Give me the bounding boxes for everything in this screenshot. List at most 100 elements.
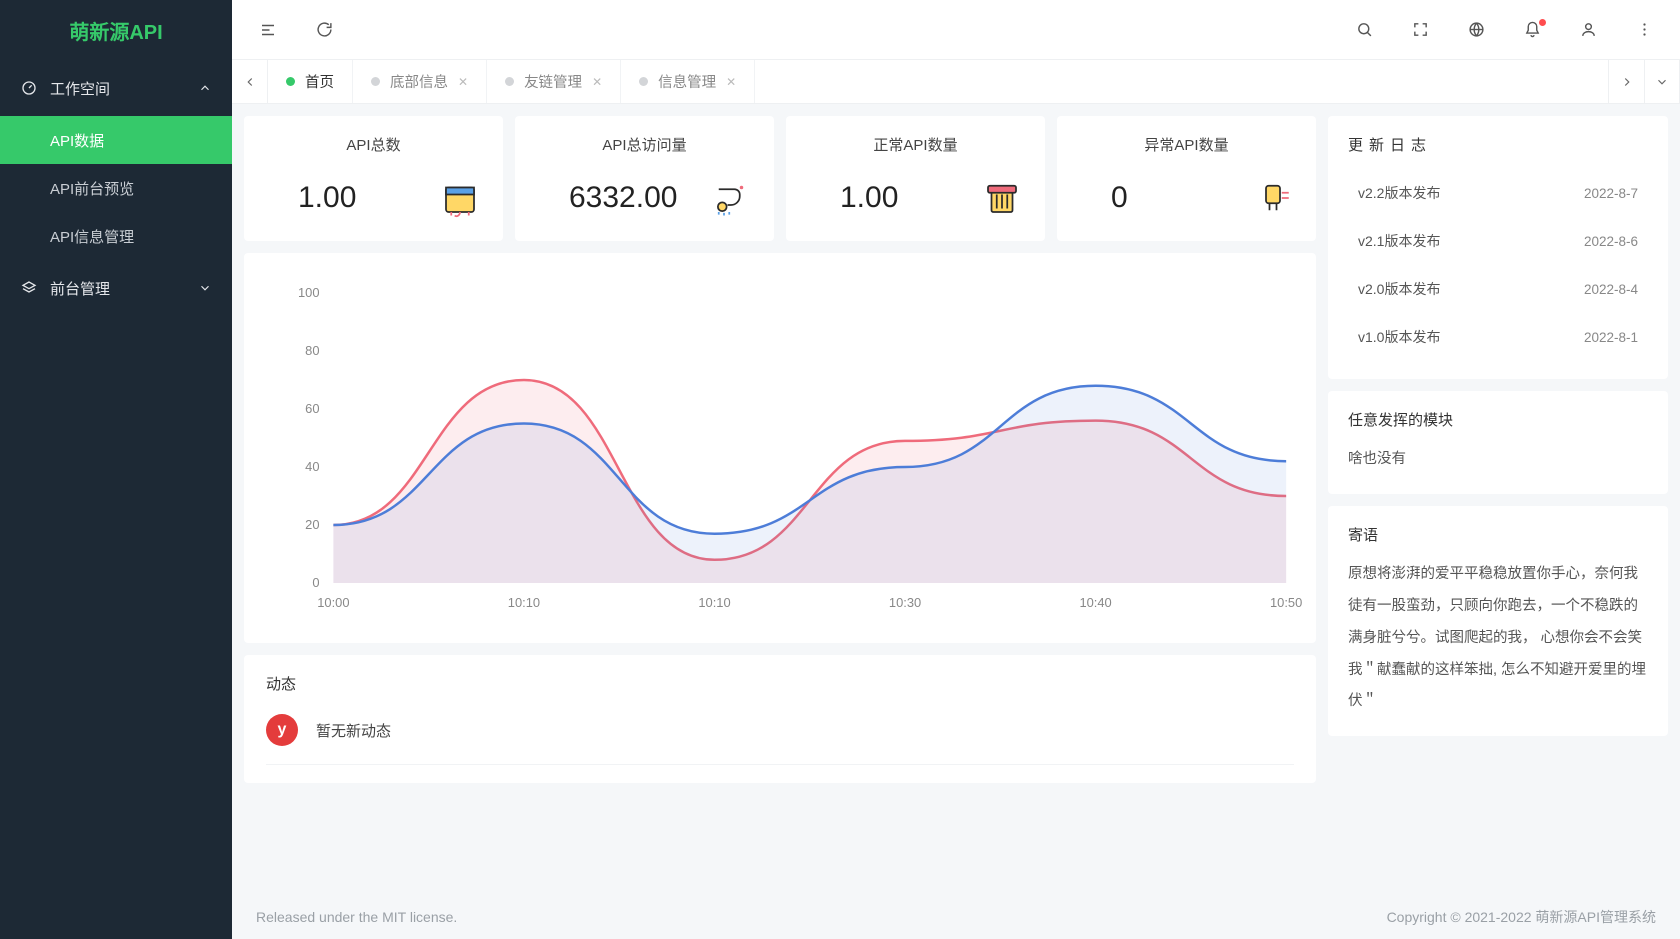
tabs-container: 首页 底部信息 ✕ 友链管理 ✕ 信息管理 ✕: [268, 60, 1608, 103]
chart-card: 02040608010010:0010:1010:1010:3010:4010:…: [244, 253, 1316, 643]
stat-value: 6332.00: [537, 181, 677, 215]
notifications-button[interactable]: [1520, 18, 1544, 42]
changelog-name: v1.0版本发布: [1358, 327, 1440, 347]
chevron-down-icon: [198, 281, 212, 295]
footer-copyright: Copyright © 2021-2022: [1387, 909, 1536, 925]
stat-card-0: API总数1.00: [244, 116, 503, 241]
sidebar-item-api-manage[interactable]: API信息管理: [0, 212, 232, 260]
changelog-date: 2022-8-7: [1584, 186, 1638, 201]
footer-left: Released under the MIT license.: [256, 909, 457, 925]
reload-button[interactable]: [312, 18, 336, 42]
changelog-name: v2.1版本发布: [1358, 231, 1440, 251]
svg-text:10:40: 10:40: [1079, 595, 1111, 610]
tab-label: 底部信息: [390, 71, 448, 92]
svg-text:10:10: 10:10: [508, 595, 540, 610]
layers-icon: [20, 280, 38, 296]
avatar: y: [266, 714, 298, 746]
message-text: 原想将澎湃的爱平平稳稳放置你手心，奈何我徒有一股蛮劲，只顾向你跑去，一个不稳跌的…: [1348, 559, 1648, 718]
sidebar-group-label: 工作空间: [50, 78, 110, 99]
changelog-item[interactable]: v2.2版本发布2022-8-7: [1348, 169, 1648, 217]
tab-dot-icon: [639, 77, 648, 86]
footer: Released under the MIT license. Copyrigh…: [232, 895, 1680, 939]
close-icon[interactable]: ✕: [726, 75, 736, 89]
close-icon[interactable]: ✕: [458, 75, 468, 89]
svg-text:0: 0: [312, 575, 319, 590]
sidebar-group-workspace[interactable]: 工作空间: [0, 60, 232, 116]
message-title: 寄语: [1348, 524, 1648, 545]
changelog-name: v2.0版本发布: [1358, 279, 1440, 299]
message-panel: 寄语 原想将澎湃的爱平平稳稳放置你手心，奈何我徒有一股蛮劲，只顾向你跑去，一个不…: [1328, 506, 1668, 736]
sidebar-item-label: API信息管理: [50, 226, 134, 247]
main: 首页 底部信息 ✕ 友链管理 ✕ 信息管理 ✕ API总数1.00 API总访问量 6332.0…: [232, 0, 1680, 939]
svg-text:80: 80: [305, 343, 319, 358]
search-button[interactable]: [1352, 18, 1376, 42]
tab-label: 信息管理: [658, 71, 716, 92]
svg-text:20: 20: [305, 517, 319, 532]
sidebar-item-label: API数据: [50, 130, 104, 151]
svg-text:10:50: 10:50: [1270, 595, 1302, 610]
sidebar-group-frontend[interactable]: 前台管理: [0, 260, 232, 316]
footer-right: Copyright © 2021-2022 萌新源API管理系统: [1387, 907, 1656, 927]
stat-card-3: 异常API数量 0: [1057, 116, 1316, 241]
content: API总数1.00API总访问量6332.00正常API数量1.00异常API数…: [232, 104, 1680, 895]
brand-logo[interactable]: 萌新源API: [0, 0, 232, 60]
svg-text:10:30: 10:30: [889, 595, 921, 610]
changelog-item[interactable]: v2.0版本发布 2022-8-4: [1348, 265, 1648, 313]
changelog-date: 2022-8-6: [1584, 234, 1638, 249]
language-button[interactable]: [1464, 18, 1488, 42]
changelog-title: 更新日志: [1348, 134, 1648, 155]
tab-0[interactable]: 首页: [268, 60, 353, 103]
topbar: [232, 0, 1680, 60]
freeform-panel: 任意发挥的模块 啥也没有: [1328, 391, 1668, 494]
sidebar-item-label: API前台预览: [50, 178, 134, 199]
activity-panel: 动态 y 暂无新动态: [244, 655, 1316, 783]
freeform-title: 任意发挥的模块: [1348, 409, 1648, 430]
footer-link[interactable]: 萌新源API管理系统: [1535, 909, 1656, 925]
notification-dot-icon: [1539, 19, 1546, 26]
collapse-sidebar-button[interactable]: [256, 18, 280, 42]
sidebar: 萌新源API 工作空间 API数据 API前台预览 API信息管理: [0, 0, 232, 939]
sidebar-item-api-data[interactable]: API数据: [0, 116, 232, 164]
sidebar-item-api-preview[interactable]: API前台预览: [0, 164, 232, 212]
fullscreen-button[interactable]: [1408, 18, 1432, 42]
tabs-scroll-left[interactable]: [232, 60, 268, 103]
freeform-text: 啥也没有: [1348, 444, 1648, 476]
stat-icon: [981, 177, 1023, 219]
stat-icon: [439, 177, 481, 219]
more-menu-button[interactable]: [1632, 18, 1656, 42]
tab-2[interactable]: 友链管理 ✕: [487, 60, 621, 103]
tab-label: 友链管理: [524, 71, 582, 92]
stat-card-2: 正常API数量1.00: [786, 116, 1045, 241]
activity-title: 动态: [266, 673, 1294, 694]
stat-title: 异常API数量: [1079, 134, 1294, 155]
chevron-up-icon: [198, 81, 212, 95]
sidebar-group-label: 前台管理: [50, 278, 110, 299]
stat-icon: [710, 177, 752, 219]
stat-title: API总访问量: [537, 134, 752, 155]
dashboard-icon: [20, 80, 38, 96]
tab-3[interactable]: 信息管理 ✕: [621, 60, 755, 103]
stat-value: 1.00: [266, 181, 356, 215]
close-icon[interactable]: ✕: [592, 75, 602, 89]
stat-value: 0: [1079, 181, 1128, 215]
tab-label: 首页: [305, 71, 334, 92]
tabs-dropdown[interactable]: [1644, 60, 1680, 103]
svg-text:40: 40: [305, 459, 319, 474]
tab-1[interactable]: 底部信息 ✕: [353, 60, 487, 103]
svg-text:60: 60: [305, 401, 319, 416]
changelog-date: 2022-8-4: [1584, 282, 1638, 297]
changelog-date: 2022-8-1: [1584, 330, 1638, 345]
changelog-panel: 更新日志 v2.2版本发布2022-8-7v2.1版本发布2022-8-6v2.…: [1328, 116, 1668, 379]
tab-dot-icon: [371, 77, 380, 86]
svg-text:10:10: 10:10: [698, 595, 730, 610]
changelog-item[interactable]: v1.0版本发布 2022-8-1: [1348, 313, 1648, 361]
activity-empty-text: 暂无新动态: [316, 720, 391, 741]
stat-card-1: API总访问量 6332.00: [515, 116, 774, 241]
changelog-item[interactable]: v2.1版本发布 2022-8-6: [1348, 217, 1648, 265]
stat-value: 1.00: [808, 181, 898, 215]
line-chart: 02040608010010:0010:1010:1010:3010:4010:…: [254, 273, 1306, 633]
activity-row: y 暂无新动态: [266, 714, 1294, 765]
tabs-scroll-right[interactable]: [1608, 60, 1644, 103]
svg-text:10:00: 10:00: [317, 595, 349, 610]
user-menu-button[interactable]: [1576, 18, 1600, 42]
